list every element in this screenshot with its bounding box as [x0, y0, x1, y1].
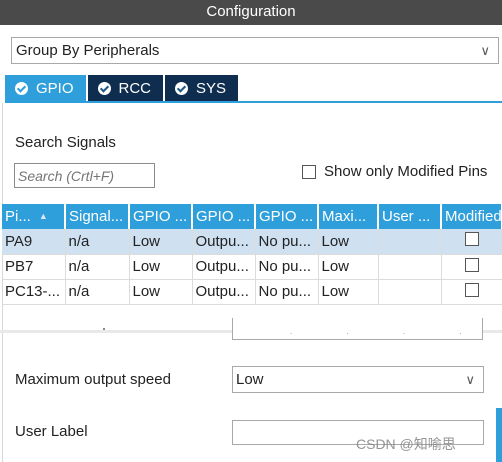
cell-user-label — [378, 229, 442, 255]
show-modified-label: Show only Modified Pins — [324, 163, 488, 180]
column-header-modified[interactable]: Modified — [441, 204, 502, 229]
tab-rcc-label: RCC — [118, 80, 152, 97]
table-row[interactable]: PB7 n/a Low Outpu... No pu... Low — [2, 254, 502, 280]
cell-modified — [441, 254, 502, 280]
table-header-row: Pi... ▲ Signal... GPIO ... GPIO ... GPIO … — [2, 204, 502, 229]
tab-bar: GPIO RCC SYS — [5, 75, 240, 102]
cell-output-level: Low — [129, 229, 193, 255]
cell-pull: No pu... — [255, 254, 319, 280]
cell-user-label — [378, 279, 442, 305]
cell-mode: Outpu... — [192, 254, 256, 280]
cell-pin: PC13-... — [2, 279, 66, 305]
cell-pull: No pu... — [255, 229, 319, 255]
check-circle-icon — [175, 82, 189, 95]
tab-gpio-label: GPIO — [36, 80, 74, 97]
search-input[interactable] — [14, 163, 155, 188]
column-header-gpio-mode[interactable]: GPIO ... — [192, 204, 256, 229]
check-circle-icon — [97, 82, 111, 95]
sort-asc-icon: ▲ — [38, 211, 48, 221]
show-modified-checkbox[interactable] — [302, 164, 316, 179]
cell-signal: n/a — [65, 279, 130, 305]
table-row[interactable]: PA9 n/a Low Outpu... No pu... Low — [2, 229, 502, 255]
signals-table: Pi... ▲ Signal... GPIO ... GPIO ... GPIO … — [2, 204, 502, 305]
column-header-max-speed[interactable]: Maxi... — [318, 204, 379, 229]
modified-checkbox[interactable] — [464, 232, 479, 247]
column-header-signal[interactable]: Signal... — [65, 204, 130, 229]
chevron-down-icon: ∨ — [480, 43, 490, 58]
cell-modified — [441, 279, 502, 305]
modified-checkbox[interactable] — [464, 282, 479, 297]
check-circle-icon — [15, 82, 28, 95]
column-header-gpio-output-level[interactable]: GPIO ... — [129, 204, 193, 229]
tab-sys-label: SYS — [196, 80, 227, 97]
max-output-speed-label: Maximum output speed — [15, 371, 171, 388]
group-by-value: Group By Peripherals — [16, 42, 160, 59]
cell-modified — [441, 229, 502, 255]
cell-user-label — [378, 254, 442, 280]
cell-mode: Outpu... — [192, 229, 256, 255]
max-output-speed-select[interactable]: Low ∨ — [232, 366, 484, 393]
cell-max-speed: Low — [318, 254, 379, 280]
column-header-pin[interactable]: Pi... ▲ — [2, 204, 66, 229]
tab-sys[interactable]: SYS — [165, 75, 239, 102]
partial-label-fragment — [103, 328, 105, 330]
cell-max-speed: Low — [318, 229, 379, 255]
partial-field-fragment: . . . . — [290, 327, 488, 336]
cell-signal: n/a — [65, 254, 130, 280]
group-by-dropdown[interactable]: Group By Peripherals ∨ — [11, 37, 499, 64]
cell-pin: PA9 — [2, 229, 66, 255]
window-title: Configuration — [0, 0, 502, 25]
column-header-gpio-pull[interactable]: GPIO ... — [255, 204, 319, 229]
table-row[interactable]: PC13-... n/a Low Outpu... No pu... Low — [2, 279, 502, 305]
cell-max-speed: Low — [318, 279, 379, 305]
scrollbar-thumb[interactable] — [496, 408, 502, 462]
cell-output-level: Low — [129, 254, 193, 280]
max-output-speed-value: Low — [236, 371, 264, 388]
watermark: CSDN @知喻思 — [356, 436, 456, 452]
tab-gpio[interactable]: GPIO — [5, 75, 86, 102]
search-signals-label: Search Signals — [15, 134, 116, 151]
modified-checkbox[interactable] — [464, 257, 479, 272]
cell-output-level: Low — [129, 279, 193, 305]
show-modified-toggle[interactable]: Show only Modified Pins — [302, 163, 487, 180]
cell-pull: No pu... — [255, 279, 319, 305]
column-header-user-label[interactable]: User ... — [378, 204, 442, 229]
cell-pin: PB7 — [2, 254, 66, 280]
cell-signal: n/a — [65, 229, 130, 255]
chevron-down-icon: ∨ — [465, 372, 475, 387]
user-label-label: User Label — [15, 423, 88, 440]
cell-mode: Outpu... — [192, 279, 256, 305]
tab-rcc[interactable]: RCC — [87, 75, 164, 102]
